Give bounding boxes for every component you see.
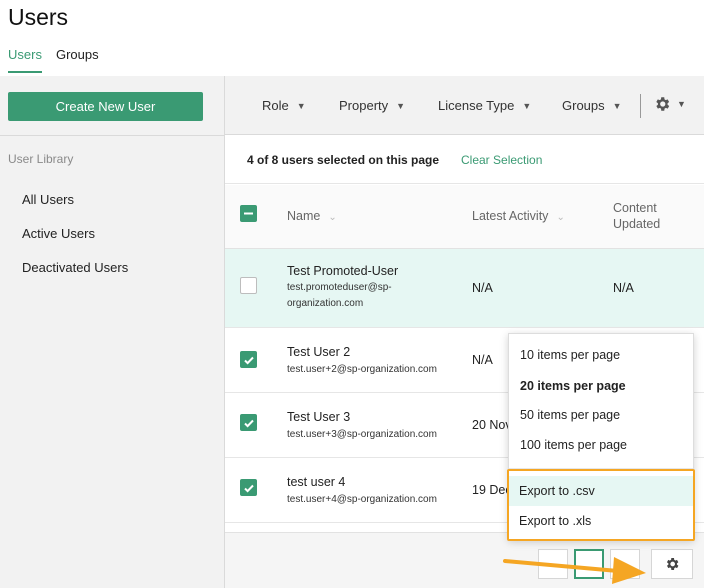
latest-activity: 19 Dec (472, 483, 512, 497)
name-column-header[interactable]: Name ⌄ (287, 209, 337, 223)
check-icon (243, 356, 254, 365)
user-email: test.promoteduser@sp-organization.com (287, 282, 392, 309)
filter-role-label: Role (262, 98, 289, 113)
updated-header-line1: Content (613, 201, 657, 215)
filter-license-type[interactable]: License Type ▼ (438, 98, 531, 113)
selection-status: 4 of 8 users selected on this page (247, 153, 440, 167)
filter-property[interactable]: Property ▼ (339, 98, 405, 113)
page-title: Users (8, 4, 69, 30)
sidebar-item-active-users[interactable]: Active Users (22, 226, 95, 241)
user-email: test.user+2@sp-organization.com (287, 364, 437, 375)
filter-property-label: Property (339, 98, 389, 113)
sidebar-divider (0, 135, 225, 136)
user-email: test.user+4@sp-organization.com (287, 494, 437, 505)
menu-item-50-per-page[interactable]: 50 items per page (520, 408, 620, 422)
row-checkbox[interactable] (240, 351, 257, 368)
prev-page-button[interactable] (538, 549, 568, 579)
filter-bar: Role ▼ Property ▼ License Type ▼ Groups ▼ ▼ (225, 76, 704, 135)
sort-chevron-icon: ⌄ (556, 212, 565, 223)
tab-users[interactable]: Users (8, 47, 42, 73)
menu-item-20-per-page[interactable]: 20 items per page (520, 379, 626, 393)
row-checkbox[interactable] (240, 277, 257, 294)
caret-down-icon: ▼ (677, 99, 686, 109)
filter-license-type-label: License Type (438, 98, 515, 113)
menu-item-100-per-page[interactable]: 100 items per page (520, 438, 627, 452)
settings-dropdown[interactable]: ▼ (653, 95, 686, 113)
top-tabs: Users Groups (8, 47, 99, 73)
table-settings-button[interactable] (651, 549, 693, 579)
filter-groups-label: Groups (562, 98, 605, 113)
filter-groups[interactable]: Groups ▼ (562, 98, 622, 113)
check-icon (243, 484, 254, 493)
latest-activity: N/A (472, 281, 493, 295)
export-highlight-box (507, 469, 695, 541)
clear-selection-link[interactable]: Clear Selection (461, 153, 542, 167)
sidebar-item-all-users[interactable]: All Users (22, 192, 74, 207)
sort-chevron-icon: ⌄ (328, 212, 337, 223)
table-header: Name ⌄ Latest Activity ⌄ Content Updated (225, 185, 704, 249)
check-icon (243, 419, 254, 428)
updated-column-header[interactable]: Content Updated (613, 200, 660, 232)
latest-activity: N/A (472, 353, 493, 367)
caret-down-icon: ▼ (522, 100, 532, 111)
current-page-button[interactable] (574, 549, 604, 579)
filter-role[interactable]: Role ▼ (262, 98, 306, 113)
gear-icon (656, 97, 670, 111)
gear-icon (666, 558, 679, 570)
updated-header-line2: Updated (613, 217, 661, 231)
menu-item-10-per-page[interactable]: 10 items per page (520, 348, 620, 362)
user-library-heading: User Library (8, 152, 74, 166)
user-email: test.user+3@sp-organization.com (287, 429, 437, 440)
user-name: Test User 3 (287, 410, 351, 424)
row-checkbox[interactable] (240, 414, 257, 431)
user-name: Test Promoted-User (287, 264, 399, 278)
sidebar: Create New User User Library All Users A… (0, 76, 225, 588)
activity-header-label: Latest Activity (472, 209, 549, 223)
sidebar-item-deactivated-users[interactable]: Deactivated Users (22, 260, 128, 275)
table-row[interactable]: Test Promoted-User test.promoteduser@sp-… (225, 249, 704, 328)
caret-down-icon: ▼ (396, 100, 406, 111)
name-header-label: Name (287, 209, 321, 223)
tab-groups[interactable]: Groups (56, 47, 99, 73)
caret-down-icon: ▼ (296, 100, 306, 111)
filter-separator (640, 94, 641, 118)
select-all-checkbox[interactable] (240, 205, 257, 222)
row-checkbox[interactable] (240, 479, 257, 496)
next-page-button[interactable] (610, 549, 640, 579)
user-name: test user 4 (287, 475, 346, 489)
create-new-user-button[interactable]: Create New User (8, 92, 203, 121)
activity-column-header[interactable]: Latest Activity ⌄ (472, 209, 565, 223)
user-name: Test User 2 (287, 345, 351, 359)
minus-icon (244, 212, 253, 215)
caret-down-icon: ▼ (612, 100, 622, 111)
selection-bar: 4 of 8 users selected on this page Clear… (225, 136, 704, 184)
content-updated: N/A (613, 281, 634, 295)
latest-activity: 20 Nov (472, 418, 512, 432)
